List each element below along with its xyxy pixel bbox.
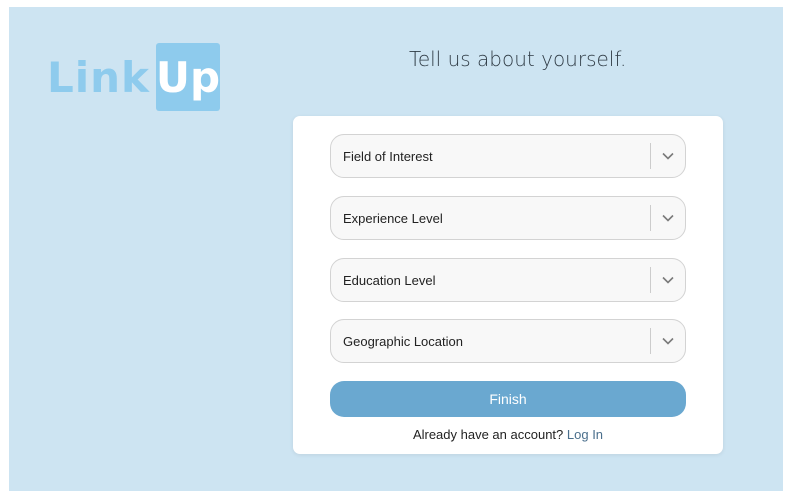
geographic-location-select[interactable]: Geographic Location — [330, 319, 686, 363]
page-background: Link Up Tell us about yourself. Field of… — [9, 7, 783, 491]
education-level-label: Education Level — [343, 272, 436, 288]
finish-button[interactable]: Finish — [330, 381, 686, 417]
logo-text-up: Up — [156, 43, 220, 111]
field-of-interest-label: Field of Interest — [343, 148, 433, 164]
experience-level-label: Experience Level — [343, 210, 443, 226]
chevron-down-icon[interactable] — [651, 320, 685, 362]
profile-form-card: Field of Interest Experience Level Educa… — [293, 116, 723, 454]
chevron-down-icon[interactable] — [651, 197, 685, 239]
linkup-logo: Link Up — [47, 43, 220, 111]
login-link[interactable]: Log In — [567, 427, 603, 442]
page-heading: Tell us about yourself. — [409, 47, 627, 71]
logo-text-link: Link — [47, 52, 150, 102]
chevron-down-icon[interactable] — [651, 135, 685, 177]
geographic-location-label: Geographic Location — [343, 333, 463, 349]
login-prompt-text: Already have an account? — [412, 427, 564, 442]
chevron-down-icon[interactable] — [651, 259, 685, 301]
login-prompt: Already have an account? Log In — [293, 427, 723, 442]
education-level-select[interactable]: Education Level — [330, 258, 686, 302]
field-of-interest-select[interactable]: Field of Interest — [330, 134, 686, 178]
experience-level-select[interactable]: Experience Level — [330, 196, 686, 240]
